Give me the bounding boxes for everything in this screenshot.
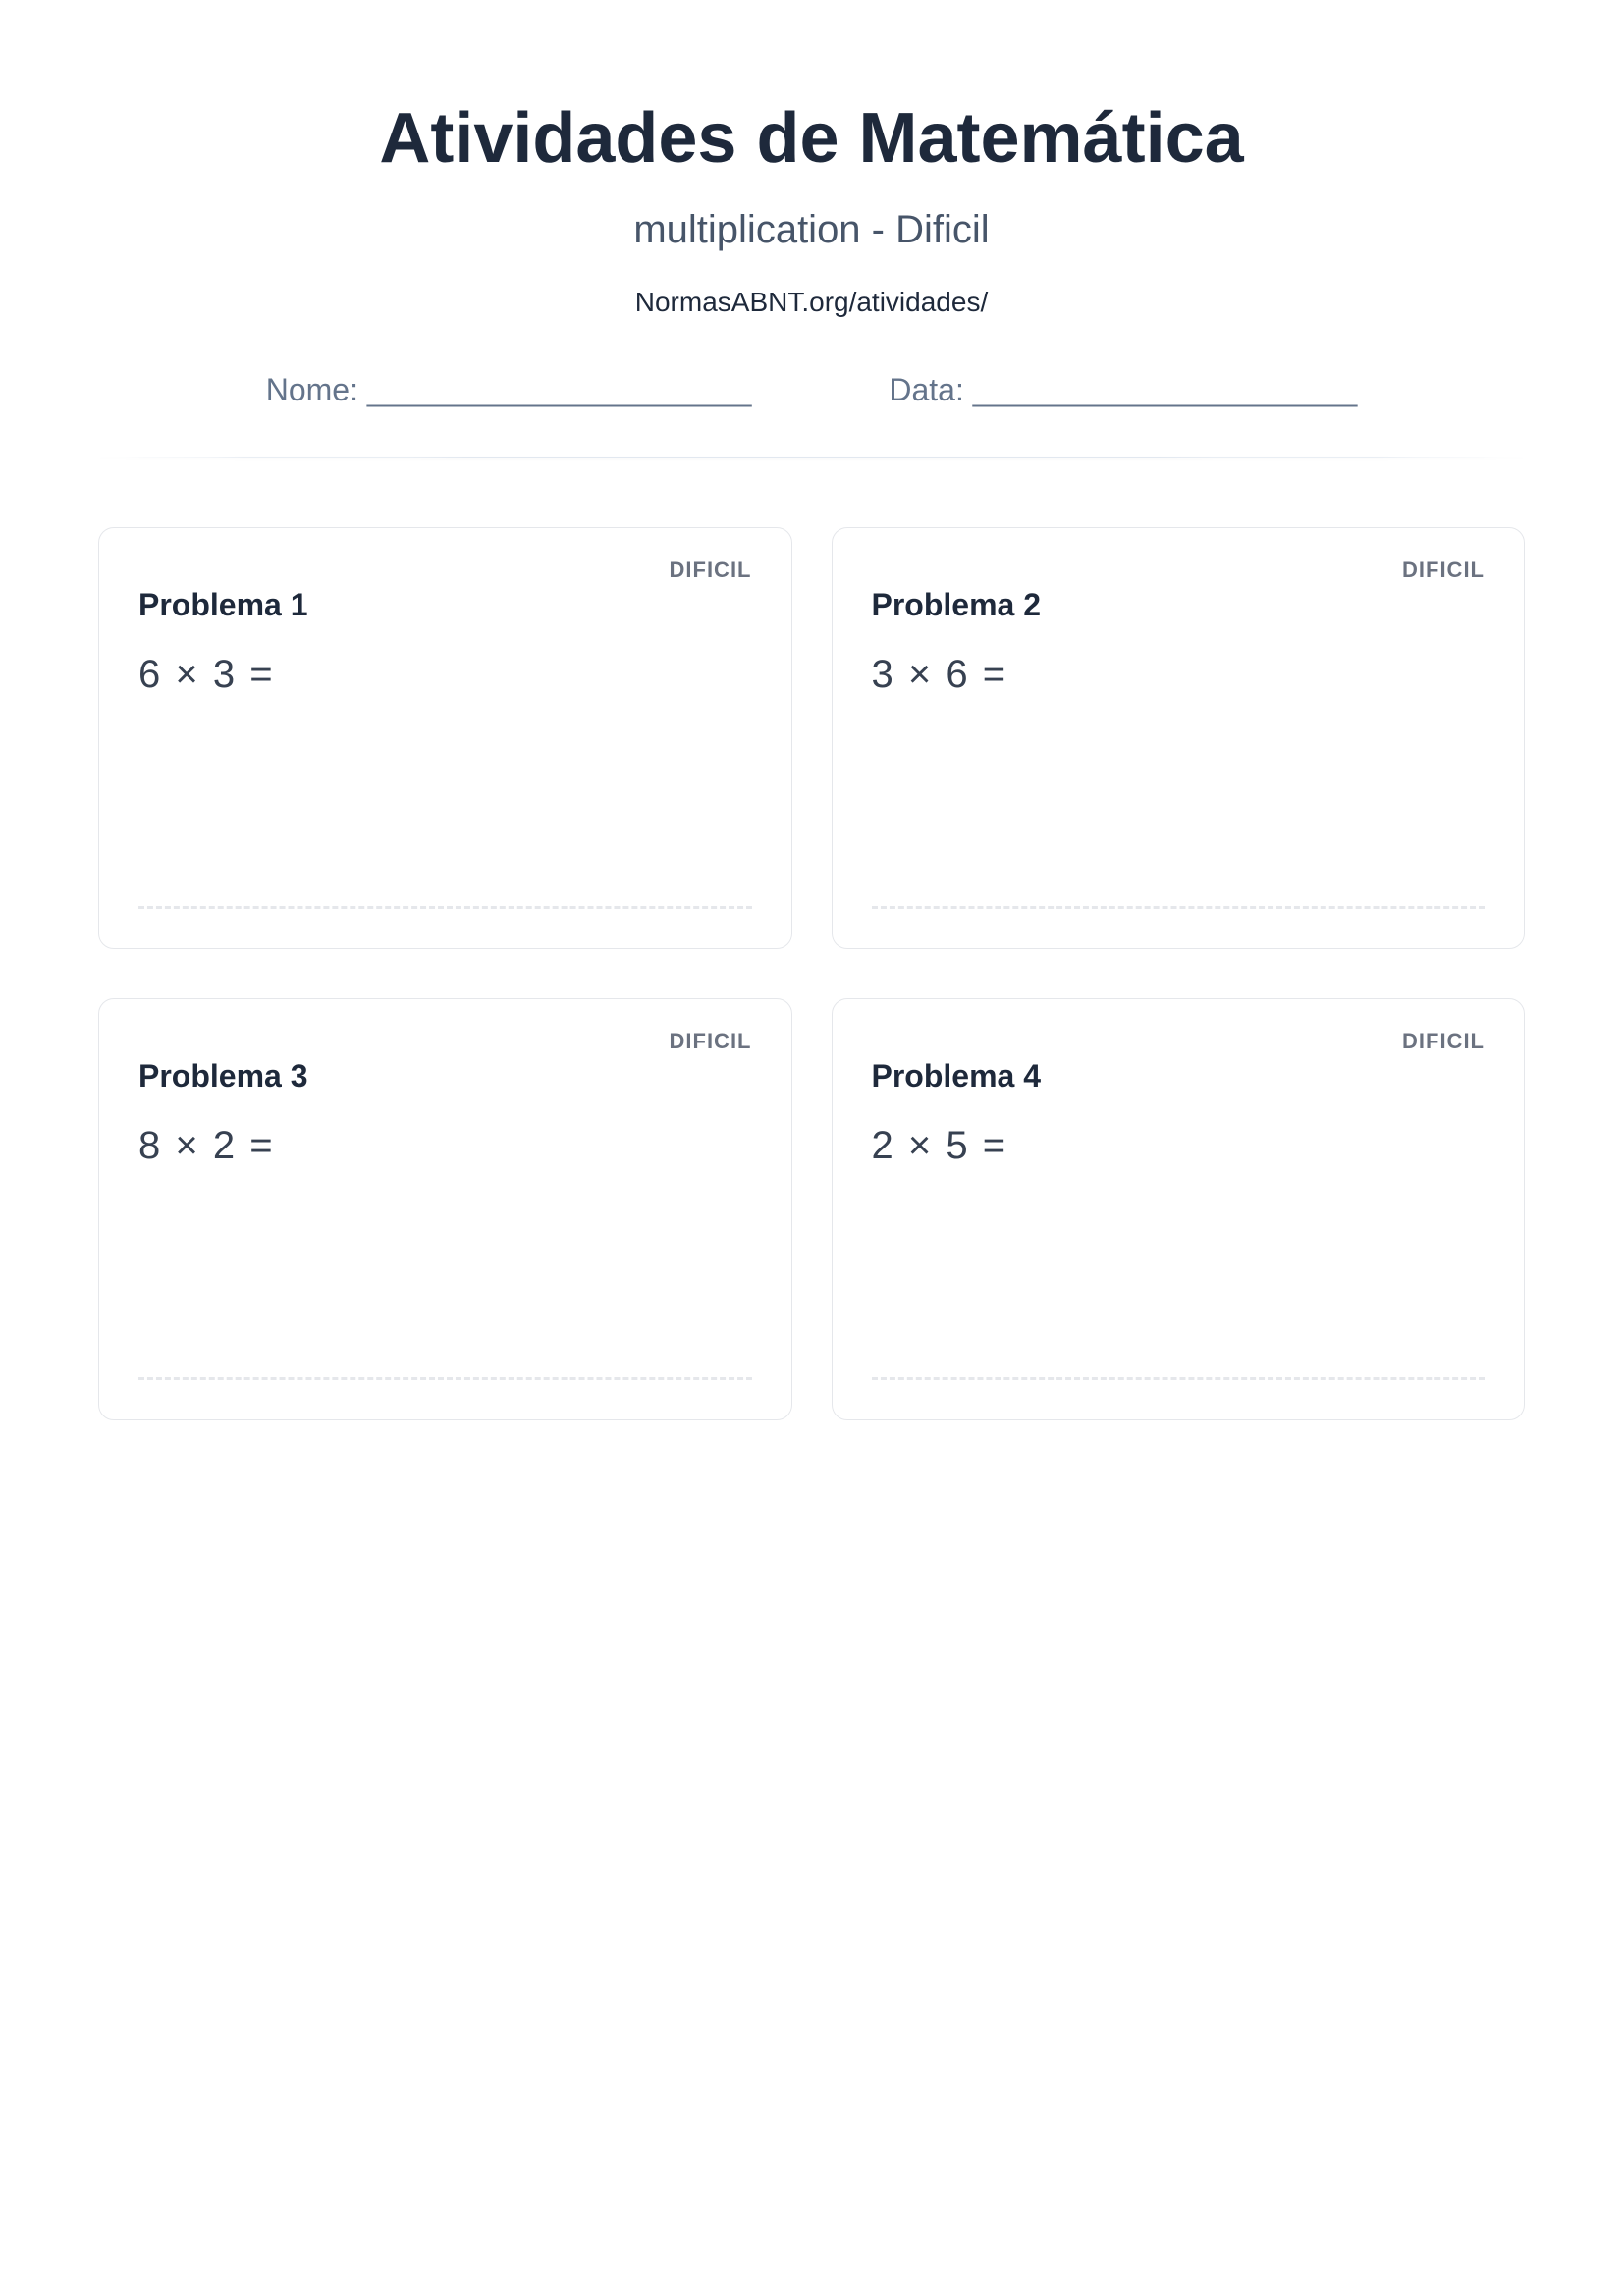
page-title: Atividades de Matemática — [88, 98, 1535, 179]
problem-label: Problema 1 — [138, 587, 752, 623]
problem-equation: 2 × 5 = — [872, 1124, 1486, 1168]
problem-equation: 3 × 6 = — [872, 653, 1486, 697]
problem-card: DIFICIL Problema 4 2 × 5 = — [832, 998, 1526, 1420]
problem-card: DIFICIL Problema 2 3 × 6 = — [832, 527, 1526, 949]
problem-card: DIFICIL Problema 3 8 × 2 = — [98, 998, 792, 1420]
problem-label: Problema 2 — [872, 587, 1486, 623]
worksheet-header: Atividades de Matemática multiplication … — [88, 98, 1535, 408]
problem-label: Problema 4 — [872, 1058, 1486, 1095]
answer-line — [872, 1377, 1486, 1380]
source-url: NormasABNT.org/atividades/ — [88, 287, 1535, 318]
date-field: Data: ______________________ — [889, 372, 1357, 408]
difficulty-badge: DIFICIL — [1402, 1029, 1485, 1054]
answer-line — [872, 906, 1486, 909]
answer-line — [138, 906, 752, 909]
difficulty-badge: DIFICIL — [670, 558, 752, 583]
problem-equation: 8 × 2 = — [138, 1124, 752, 1168]
name-field: Nome: ______________________ — [266, 372, 752, 408]
difficulty-badge: DIFICIL — [670, 1029, 752, 1054]
problem-equation: 6 × 3 = — [138, 653, 752, 697]
problem-card: DIFICIL Problema 1 6 × 3 = — [98, 527, 792, 949]
header-divider — [88, 457, 1535, 458]
student-info-row: Nome: ______________________ Data: _____… — [88, 372, 1535, 408]
page-subtitle: multiplication - Dificil — [88, 208, 1535, 252]
problems-grid: DIFICIL Problema 1 6 × 3 = DIFICIL Probl… — [88, 527, 1535, 1420]
difficulty-badge: DIFICIL — [1402, 558, 1485, 583]
problem-label: Problema 3 — [138, 1058, 752, 1095]
answer-line — [138, 1377, 752, 1380]
